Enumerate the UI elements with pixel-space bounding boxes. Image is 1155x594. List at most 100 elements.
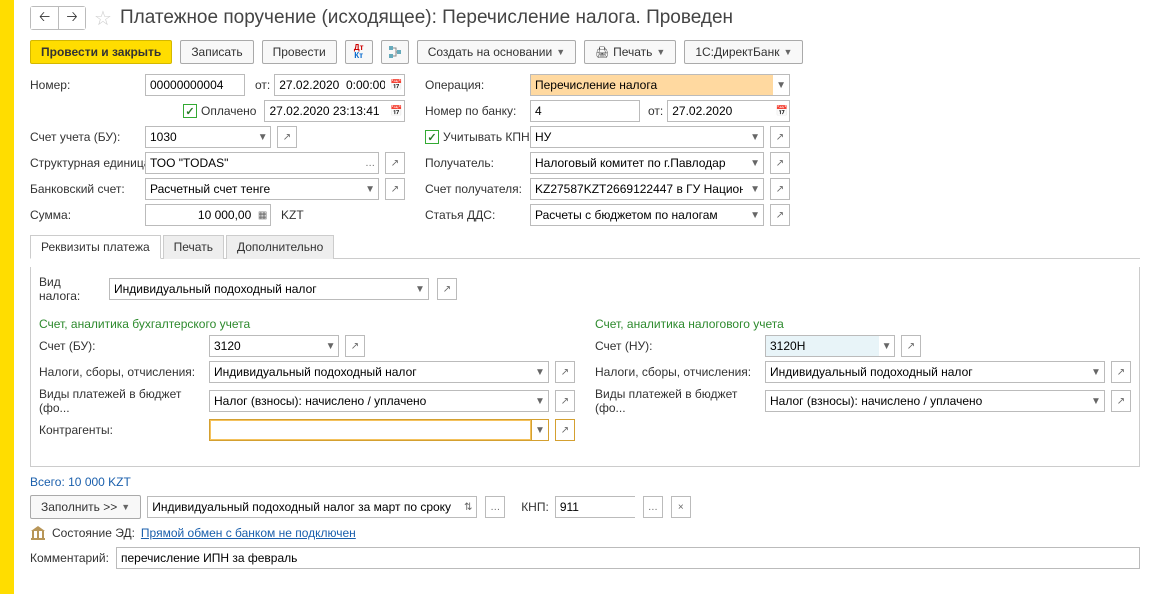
kpn-select[interactable] <box>530 126 747 148</box>
section-bu-title: Счет, аналитика бухгалтерского учета <box>39 317 575 331</box>
open-icon[interactable]: ↗ <box>345 335 365 357</box>
calculator-icon[interactable]: ▦ <box>255 204 271 226</box>
calendar-icon[interactable]: 📅 <box>774 100 790 122</box>
knp-input[interactable] <box>555 496 635 518</box>
bank-no-input[interactable] <box>530 100 640 122</box>
chevron-down-icon[interactable]: ▼ <box>1088 390 1105 412</box>
payment-types-input[interactable] <box>209 390 532 412</box>
bank-date-input[interactable] <box>667 100 774 122</box>
print-button[interactable]: Печать▼ <box>584 40 676 64</box>
account-bu2-label: Счет (БУ): <box>39 339 209 353</box>
page-title: Платежное поручение (исходящее): Перечис… <box>120 7 733 29</box>
save-button[interactable]: Записать <box>180 40 253 64</box>
back-button[interactable]: 🡠 <box>30 6 58 30</box>
dt-kt-button[interactable]: ДтКт <box>345 40 373 64</box>
favorite-star-icon[interactable]: ☆ <box>92 7 114 29</box>
chevron-down-icon[interactable]: ▼ <box>412 278 429 300</box>
chevron-down-icon[interactable]: ▼ <box>362 178 379 200</box>
counterparty-input[interactable] <box>209 419 532 441</box>
ellipsis-icon[interactable]: … <box>362 152 379 174</box>
ed-status-label: Состояние ЭД: <box>52 526 135 540</box>
ed-status-link[interactable]: Прямой обмен с банком не подключен <box>141 526 356 540</box>
operation-select[interactable] <box>530 74 773 96</box>
directbank-button[interactable]: 1С:ДиректБанк▼ <box>684 40 803 64</box>
chevron-down-icon[interactable]: ▼ <box>747 204 764 226</box>
tab-additional[interactable]: Дополнительно <box>226 235 334 259</box>
chevron-down-icon[interactable]: ▼ <box>532 419 549 441</box>
account-bu2-input[interactable] <box>209 335 323 357</box>
open-icon[interactable]: ↗ <box>555 419 575 441</box>
chevron-down-icon[interactable]: ▼ <box>747 152 764 174</box>
structure-button[interactable] <box>381 40 409 64</box>
chevron-down-icon[interactable]: ▼ <box>323 335 339 357</box>
toolbar: Провести и закрыть Записать Провести ДтК… <box>30 40 1140 64</box>
number-label: Номер: <box>30 78 145 92</box>
recipient-account-label: Счет получателя: <box>425 182 530 196</box>
fill-button[interactable]: Заполнить >>▼ <box>30 495 141 519</box>
bank-account-input[interactable] <box>145 178 362 200</box>
open-icon[interactable]: ↗ <box>770 204 790 226</box>
chevron-down-icon[interactable]: ▼ <box>255 126 271 148</box>
kpn-checkbox[interactable]: ✓ <box>425 130 439 144</box>
payment-types-nu-input[interactable] <box>765 390 1088 412</box>
taxes-input[interactable] <box>209 361 532 383</box>
recipient-account-input[interactable] <box>530 178 747 200</box>
date-input[interactable] <box>274 74 389 96</box>
counterparty-label: Контрагенты: <box>39 423 209 437</box>
unit-input[interactable] <box>145 152 362 174</box>
open-icon[interactable]: ↗ <box>385 152 405 174</box>
tax-type-input[interactable] <box>109 278 412 300</box>
form-top: Номер: от: 📅 Операция: ▼ ✓ Оплачено <box>30 74 1140 226</box>
spinner-icon[interactable]: ⇅ <box>460 496 477 518</box>
ellipsis-icon[interactable]: … <box>643 496 663 518</box>
account-bu-input[interactable] <box>145 126 255 148</box>
chevron-down-icon[interactable]: ▼ <box>773 74 790 96</box>
forward-button[interactable]: 🡢 <box>58 6 86 30</box>
paid-checkbox[interactable]: ✓ <box>183 104 197 118</box>
open-icon[interactable]: ↗ <box>1111 390 1131 412</box>
account-bu-label: Счет учета (БУ): <box>30 130 145 144</box>
open-icon[interactable]: ↗ <box>770 178 790 200</box>
payment-types-nu-label: Виды платежей в бюджет (фо... <box>595 387 765 415</box>
paid-date-input[interactable] <box>264 100 389 122</box>
sum-input[interactable] <box>145 204 255 226</box>
dds-input[interactable] <box>530 204 747 226</box>
open-icon[interactable]: ↗ <box>770 152 790 174</box>
bank-no-label: Номер по банку: <box>425 104 530 118</box>
taxes-nu-input[interactable] <box>765 361 1088 383</box>
clear-icon[interactable]: × <box>671 496 691 518</box>
total-text: Всего: 10 000 KZT <box>30 475 1140 489</box>
open-icon[interactable]: ↗ <box>555 390 575 412</box>
recipient-label: Получатель: <box>425 156 530 170</box>
comment-input[interactable] <box>116 547 1140 569</box>
chevron-down-icon[interactable]: ▼ <box>747 178 764 200</box>
bank-icon <box>30 525 46 541</box>
create-based-button[interactable]: Создать на основании▼ <box>417 40 576 64</box>
chevron-down-icon[interactable]: ▼ <box>1088 361 1105 383</box>
open-icon[interactable]: ↗ <box>385 178 405 200</box>
calendar-icon[interactable]: 📅 <box>389 74 405 96</box>
post-button[interactable]: Провести <box>262 40 337 64</box>
open-icon[interactable]: ↗ <box>901 335 921 357</box>
ellipsis-icon[interactable]: … <box>485 496 505 518</box>
calendar-icon[interactable]: 📅 <box>389 100 405 122</box>
taxes-label: Налоги, сборы, отчисления: <box>39 365 209 379</box>
tab-pane-requisites: Вид налога: ▼ ↗ Счет, аналитика бухгалте… <box>30 267 1140 467</box>
open-icon[interactable]: ↗ <box>437 278 457 300</box>
open-icon[interactable]: ↗ <box>1111 361 1131 383</box>
open-icon[interactable]: ↗ <box>277 126 297 148</box>
recipient-input[interactable] <box>530 152 747 174</box>
open-icon[interactable]: ↗ <box>555 361 575 383</box>
chevron-down-icon[interactable]: ▼ <box>747 126 764 148</box>
fill-desc-input[interactable] <box>147 496 460 518</box>
header: 🡠 🡢 ☆ Платежное поручение (исходящее): П… <box>30 6 1140 30</box>
account-nu-input[interactable] <box>765 335 879 357</box>
tab-requisites[interactable]: Реквизиты платежа <box>30 235 161 259</box>
tab-print[interactable]: Печать <box>163 235 224 259</box>
open-icon[interactable]: ↗ <box>770 126 790 148</box>
post-and-close-button[interactable]: Провести и закрыть <box>30 40 172 64</box>
chevron-down-icon[interactable]: ▼ <box>532 390 549 412</box>
chevron-down-icon[interactable]: ▼ <box>879 335 895 357</box>
number-input[interactable] <box>145 74 245 96</box>
chevron-down-icon[interactable]: ▼ <box>532 361 549 383</box>
